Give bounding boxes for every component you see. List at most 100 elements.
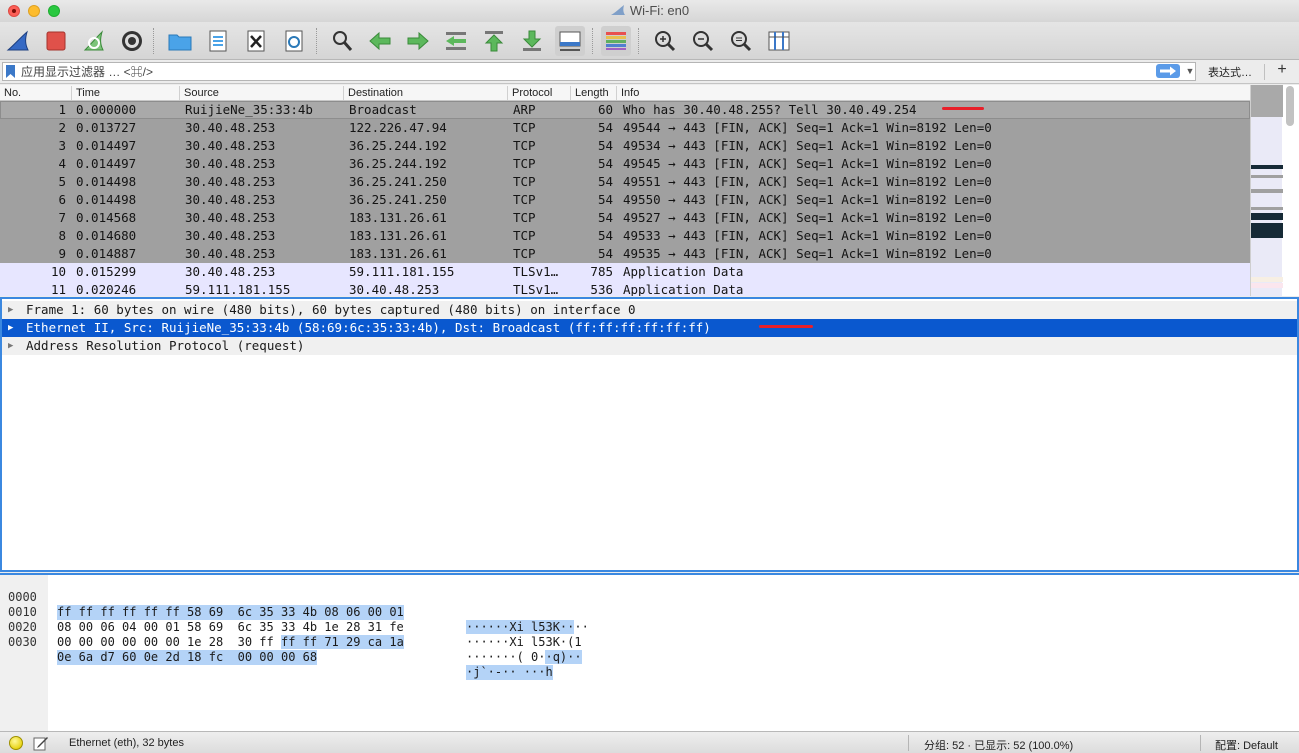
tree-item-arp[interactable]: ▶ Address Resolution Protocol (request) bbox=[2, 337, 1297, 355]
packet-info: 49533 → 443 [FIN, ACK] Seq=1 Ack=1 Win=8… bbox=[623, 228, 992, 243]
packet-destination: 122.226.47.94 bbox=[349, 120, 447, 135]
bytes-ascii[interactable]: ·······( 0··q)·· bbox=[466, 650, 582, 665]
column-header-time[interactable]: Time bbox=[72, 86, 180, 100]
display-filter-field: ▼ bbox=[2, 62, 1196, 81]
start-capture-icon bbox=[6, 30, 29, 51]
go-forward-button[interactable] bbox=[403, 26, 433, 56]
packet-row[interactable]: 8 0.014680 30.40.48.253 183.131.26.61 TC… bbox=[0, 227, 1250, 245]
status-message: Ethernet (eth), 32 bytes bbox=[69, 737, 184, 749]
zoom-normal-icon bbox=[731, 31, 752, 52]
close-file-button[interactable] bbox=[241, 26, 271, 56]
start-capture-button[interactable] bbox=[3, 26, 33, 56]
packet-destination: 30.40.48.253 bbox=[349, 282, 440, 296]
main-toolbar bbox=[0, 22, 1299, 60]
bytes-hex[interactable]: 00 00 00 00 00 00 1e 28 30 ff ff ff 71 2… bbox=[57, 635, 404, 650]
zoom-normal-button[interactable] bbox=[726, 26, 756, 56]
capture-comment-icon[interactable] bbox=[33, 735, 49, 751]
stop-capture-button[interactable] bbox=[41, 26, 71, 56]
wireshark-fin-icon bbox=[610, 5, 625, 15]
bytes-hex[interactable]: 0e 6a d7 60 0e 2d 18 fc 00 00 00 68 bbox=[57, 650, 318, 665]
add-filter-button[interactable]: + bbox=[1273, 61, 1291, 79]
packet-info: 49527 → 443 [FIN, ACK] Seq=1 Ack=1 Win=8… bbox=[623, 210, 992, 225]
packet-row[interactable]: 1 0.000000 RuijieNe_35:33:4b Broadcast A… bbox=[0, 101, 1250, 119]
column-header-no[interactable]: No. bbox=[0, 86, 72, 100]
toolbar-separator bbox=[638, 28, 639, 54]
column-header-info[interactable]: Info bbox=[617, 86, 1250, 100]
go-back-button[interactable] bbox=[365, 26, 395, 56]
restart-capture-button[interactable] bbox=[79, 26, 109, 56]
packet-row[interactable]: 6 0.014498 30.40.48.253 36.25.241.250 TC… bbox=[0, 191, 1250, 209]
packet-length: 54 bbox=[597, 192, 613, 207]
find-packet-button[interactable] bbox=[327, 26, 357, 56]
capture-options-icon bbox=[122, 31, 142, 51]
reload-file-button[interactable] bbox=[279, 26, 309, 56]
go-forward-icon bbox=[407, 31, 429, 51]
title-bar: Wi-Fi: en0 bbox=[0, 0, 1299, 22]
stop-capture-icon bbox=[46, 31, 66, 51]
bytes-hex[interactable]: 08 00 06 04 00 01 58 69 6c 35 33 4b 1e 2… bbox=[57, 620, 404, 635]
go-last-button[interactable] bbox=[517, 26, 547, 56]
go-to-packet-button[interactable] bbox=[441, 26, 471, 56]
bytes-ascii[interactable]: ·j`·-·· ···h bbox=[466, 665, 553, 680]
minimap-segment bbox=[1251, 213, 1283, 220]
packet-row[interactable]: 9 0.014887 30.40.48.253 183.131.26.61 TC… bbox=[0, 245, 1250, 263]
bytes-row: 0010 08 00 06 04 00 01 58 69 6c 35 33 4b… bbox=[0, 590, 582, 649]
packet-source: 30.40.48.253 bbox=[185, 138, 276, 153]
display-filter-input[interactable] bbox=[21, 63, 1141, 80]
packet-row[interactable]: 5 0.014498 30.40.48.253 36.25.241.250 TC… bbox=[0, 173, 1250, 191]
auto-scroll-button[interactable] bbox=[555, 26, 585, 56]
packet-row[interactable]: 7 0.014568 30.40.48.253 183.131.26.61 TC… bbox=[0, 209, 1250, 227]
status-separator bbox=[908, 735, 909, 751]
tree-item-ethernet[interactable]: ▶ Ethernet II, Src: RuijieNe_35:33:4b (5… bbox=[2, 319, 1297, 337]
packet-protocol: ARP bbox=[513, 102, 536, 117]
expand-arrow-icon[interactable]: ▶ bbox=[8, 337, 18, 355]
packet-length: 54 bbox=[597, 156, 613, 171]
bookmark-icon[interactable] bbox=[6, 65, 15, 78]
resize-columns-button[interactable] bbox=[764, 26, 794, 56]
expert-info-indicator-icon[interactable] bbox=[9, 736, 23, 750]
column-header-protocol[interactable]: Protocol bbox=[508, 86, 571, 100]
zoom-out-button[interactable] bbox=[688, 26, 718, 56]
packet-source: 30.40.48.253 bbox=[185, 246, 276, 261]
tree-item-frame[interactable]: ▶ Frame 1: 60 bytes on wire (480 bits), … bbox=[2, 301, 1297, 319]
open-file-button[interactable] bbox=[165, 26, 195, 56]
column-header-source[interactable]: Source bbox=[180, 86, 344, 100]
packet-minimap[interactable] bbox=[1250, 85, 1283, 296]
packet-no: 3 bbox=[58, 138, 66, 153]
packet-row[interactable]: 4 0.014497 30.40.48.253 36.25.244.192 TC… bbox=[0, 155, 1250, 173]
resize-columns-icon bbox=[768, 31, 790, 51]
packet-row[interactable]: 10 0.015299 30.40.48.253 59.111.181.155 … bbox=[0, 263, 1250, 281]
minimap-segment bbox=[1251, 223, 1283, 238]
packet-protocol: TLSv1… bbox=[513, 282, 559, 296]
column-header-length[interactable]: Length bbox=[571, 86, 617, 100]
restart-capture-icon bbox=[83, 30, 104, 51]
capture-options-button[interactable] bbox=[117, 26, 147, 56]
profile-switcher[interactable]: 配置: Default bbox=[1215, 737, 1278, 753]
colorize-button[interactable] bbox=[601, 26, 631, 56]
expand-arrow-icon[interactable]: ▶ bbox=[8, 301, 18, 319]
expand-arrow-icon[interactable]: ▶ bbox=[8, 319, 18, 337]
expressions-button[interactable]: 表达式… bbox=[1200, 64, 1260, 80]
packet-row[interactable]: 3 0.014497 30.40.48.253 36.25.244.192 TC… bbox=[0, 137, 1250, 155]
packet-destination: 36.25.241.250 bbox=[349, 174, 447, 189]
packet-row[interactable]: 2 0.013727 30.40.48.253 122.226.47.94 TC… bbox=[0, 119, 1250, 137]
packet-list-scrollbar[interactable] bbox=[1286, 86, 1294, 126]
packet-length: 54 bbox=[597, 174, 613, 189]
packet-protocol: TCP bbox=[513, 174, 536, 189]
apply-filter-button[interactable] bbox=[1156, 64, 1180, 78]
filter-history-dropdown-icon[interactable]: ▼ bbox=[1185, 65, 1195, 77]
packet-source: 30.40.48.253 bbox=[185, 120, 276, 135]
packet-info: 49550 → 443 [FIN, ACK] Seq=1 Ack=1 Win=8… bbox=[623, 192, 992, 207]
save-file-button[interactable] bbox=[203, 26, 233, 56]
column-header-destination[interactable]: Destination bbox=[344, 86, 508, 100]
bytes-ascii[interactable]: ······Xi l53K·(1 bbox=[466, 635, 582, 650]
bytes-hex[interactable]: ff ff ff ff ff ff 58 69 6c 35 33 4b 08 0… bbox=[57, 605, 404, 620]
zoom-in-icon bbox=[655, 31, 676, 52]
packet-protocol: TCP bbox=[513, 246, 536, 261]
go-first-button[interactable] bbox=[479, 26, 509, 56]
packet-row[interactable]: 11 0.020246 59.111.181.155 30.40.48.253 … bbox=[0, 281, 1250, 296]
bytes-ascii[interactable]: ······Xi l53K···· bbox=[466, 620, 589, 635]
packet-no: 8 bbox=[58, 228, 66, 243]
zoom-in-button[interactable] bbox=[650, 26, 680, 56]
packet-info: 49544 → 443 [FIN, ACK] Seq=1 Ack=1 Win=8… bbox=[623, 120, 992, 135]
